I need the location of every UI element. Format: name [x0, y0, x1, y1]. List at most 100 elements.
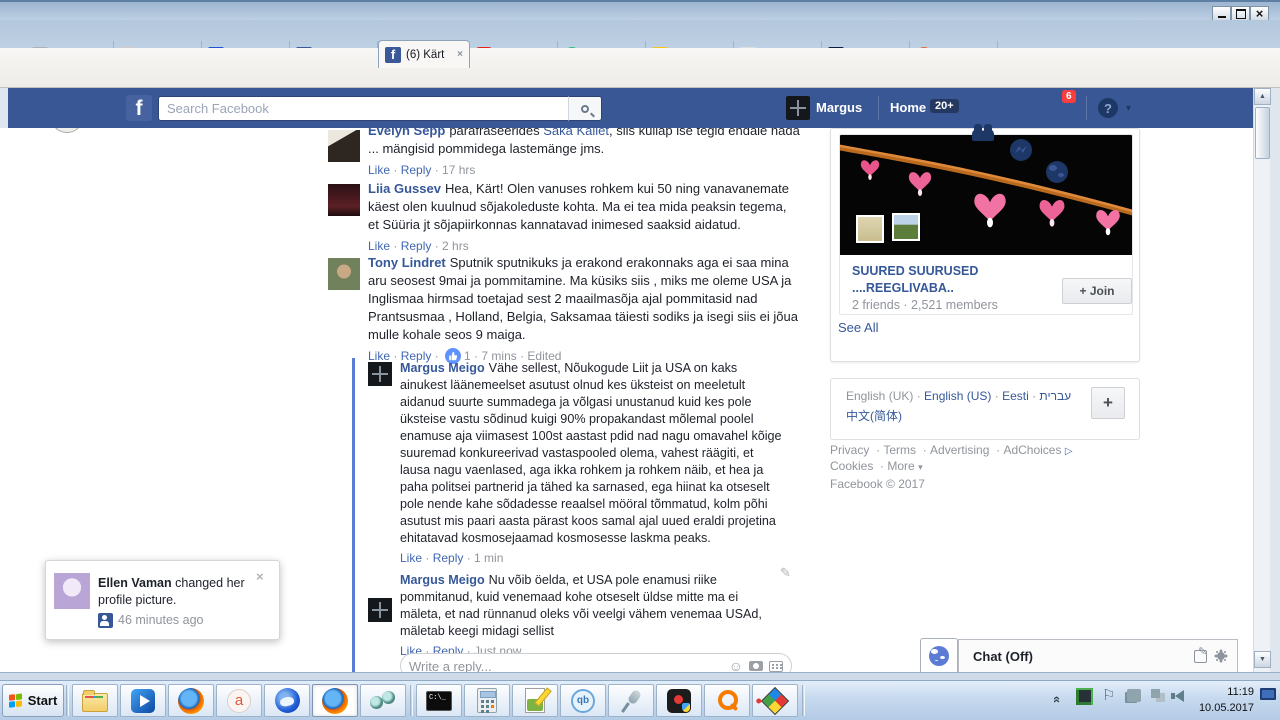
join-group-button[interactable]: + Join: [1062, 278, 1132, 304]
account-dropdown-icon[interactable]: [1126, 103, 1131, 114]
help-icon[interactable]: [1098, 98, 1118, 118]
tray-gpu-icon[interactable]: [1076, 688, 1093, 705]
see-all-link[interactable]: See All: [838, 320, 878, 335]
profile-avatar[interactable]: [786, 96, 810, 120]
comment-time[interactable]: 2 hrs: [431, 237, 469, 255]
advertising-link[interactable]: Advertising: [919, 443, 989, 457]
like-link[interactable]: Like: [368, 237, 390, 255]
scroll-down-icon[interactable]: [1254, 651, 1271, 668]
quicklaunch-calculator[interactable]: [464, 684, 510, 717]
avatar-ellen-vaman[interactable]: [54, 573, 90, 609]
quicklaunch-bluebird-app[interactable]: [264, 684, 310, 717]
minimize-button[interactable]: [1212, 6, 1231, 21]
quicklaunch-firefox[interactable]: [168, 684, 214, 717]
comment-time[interactable]: 1 min: [463, 550, 503, 567]
author-link[interactable]: Tony Lindret: [368, 255, 446, 270]
language-link[interactable]: עברית: [1029, 389, 1071, 403]
search-button[interactable]: [568, 96, 602, 121]
tray-network-icon[interactable]: [1151, 689, 1160, 698]
terms-link[interactable]: Terms: [873, 443, 916, 457]
quicklaunch-search-tool[interactable]: [704, 684, 750, 717]
cookies-link[interactable]: Cookies: [830, 459, 873, 473]
facebook-logo[interactable]: [126, 95, 152, 121]
close-icon[interactable]: [256, 569, 264, 584]
member-avatar[interactable]: [892, 213, 920, 241]
quicklaunch-qbittorrent[interactable]: [560, 684, 606, 717]
profile-name-link[interactable]: Margus: [816, 100, 862, 115]
camera-icon[interactable]: [749, 661, 763, 671]
reply-link[interactable]: Reply: [422, 550, 464, 567]
quicklaunch-notepad-plus[interactable]: [512, 684, 558, 717]
quicklaunch-file-explorer[interactable]: [72, 684, 118, 717]
quicklaunch-voice-recorder[interactable]: [608, 684, 654, 717]
language-link[interactable]: English (US): [913, 389, 991, 403]
more-link[interactable]: More: [877, 459, 923, 473]
language-link[interactable]: 中文(简体): [846, 409, 902, 423]
add-language-button[interactable]: +: [1091, 387, 1125, 419]
like-link[interactable]: Like: [400, 550, 422, 567]
quicklaunch-capture-tool[interactable]: [360, 684, 406, 717]
page-scrollbar[interactable]: [1253, 88, 1271, 672]
reply-link[interactable]: Reply: [390, 237, 432, 255]
window-titlebar: [0, 0, 1280, 21]
start-button[interactable]: Start: [2, 684, 64, 717]
privacy-link[interactable]: Privacy: [830, 443, 869, 457]
author-link[interactable]: Liia Gussev: [368, 181, 441, 196]
tab-facebook-kart-active[interactable]: (6) Kärt: [378, 40, 470, 68]
taskbar-firefox-active[interactable]: [312, 684, 358, 717]
show-desktop-icon[interactable]: [1260, 688, 1276, 700]
avatar-margus-meigo[interactable]: [368, 362, 392, 386]
comment-text: Margus Meigo Nu võib öelda, et USA pole e…: [400, 573, 762, 638]
language-link[interactable]: Eesti: [991, 389, 1028, 403]
friend-requests-icon[interactable]: [970, 123, 998, 141]
group-name-link[interactable]: SUURED SUURUSED: [852, 263, 978, 280]
adchoices-link[interactable]: AdChoices: [993, 443, 1073, 457]
search-input[interactable]: [158, 96, 568, 121]
chat-settings-gear-icon[interactable]: [1217, 652, 1225, 660]
avatar-margus-meigo[interactable]: [368, 598, 392, 622]
like-link[interactable]: Like: [368, 161, 390, 179]
scroll-up-icon[interactable]: [1254, 88, 1271, 105]
reply-link[interactable]: Reply: [390, 161, 432, 179]
notification-text: Ellen Vaman changed her profile picture.: [98, 576, 245, 607]
edit-pencil-icon[interactable]: [780, 565, 791, 581]
quicklaunch-color-tool[interactable]: [752, 684, 798, 717]
new-message-icon[interactable]: [1194, 645, 1207, 663]
scrollbar-thumb[interactable]: [1255, 107, 1270, 159]
notifications-globe-icon[interactable]: [1046, 161, 1068, 183]
quicklaunch-media-player[interactable]: [120, 684, 166, 717]
avatar-evelyn-sepp[interactable]: [328, 130, 360, 162]
emoji-icon[interactable]: [729, 658, 743, 672]
home-link[interactable]: Home: [890, 100, 926, 115]
maximize-button[interactable]: [1231, 6, 1250, 21]
avatar-liia-gussev[interactable]: [328, 184, 360, 216]
avatar-tony-lindret[interactable]: [328, 258, 360, 290]
messenger-icon[interactable]: [1010, 139, 1032, 161]
reply-margus-meigo-2: Margus Meigo Nu võib öelda, et USA pole e…: [400, 572, 766, 660]
chat-globe-button[interactable]: [920, 638, 958, 672]
reply-input[interactable]: [409, 658, 725, 672]
tab-close-icon[interactable]: [457, 49, 463, 60]
sticker-keyboard-icon[interactable]: [769, 660, 783, 672]
tray-volume-icon[interactable]: [1171, 690, 1184, 702]
author-link[interactable]: Margus Meigo: [400, 361, 485, 375]
notification-popup[interactable]: Ellen Vaman changed her profile picture.…: [45, 560, 280, 640]
close-button[interactable]: [1250, 6, 1269, 21]
comment-actions: Like Reply 2 hrs: [368, 237, 800, 255]
taskbar-clock[interactable]: 11:19 10.05.2017: [1194, 684, 1254, 716]
search-icon: [581, 104, 589, 113]
quicklaunch-activepresenter[interactable]: [216, 684, 262, 717]
tray-expand-icon[interactable]: [1050, 696, 1065, 703]
author-link[interactable]: Margus Meigo: [400, 573, 485, 587]
windows-logo-icon: [8, 692, 24, 709]
member-avatar[interactable]: [856, 215, 884, 243]
tray-power-icon[interactable]: [1127, 689, 1141, 702]
quicklaunch-command-prompt[interactable]: [416, 684, 462, 717]
group-name-link[interactable]: ....REEGLIVABA..: [852, 280, 954, 297]
facebook-search[interactable]: [158, 96, 602, 121]
quicklaunch-screen-recorder[interactable]: [656, 684, 702, 717]
comment-time[interactable]: 17 hrs: [431, 161, 475, 179]
chat-bar[interactable]: Chat (Off): [958, 639, 1238, 672]
tray-flag-icon[interactable]: [1102, 686, 1115, 704]
reply-composer[interactable]: [400, 653, 792, 672]
